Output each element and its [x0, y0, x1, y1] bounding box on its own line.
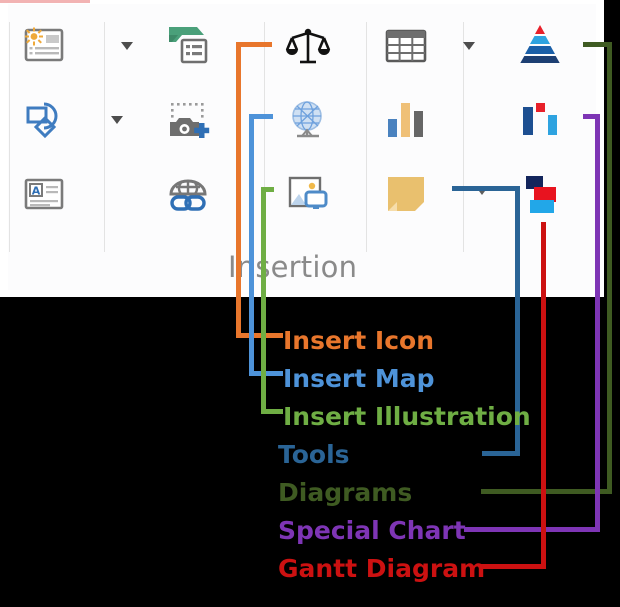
callout-special-chart: Special Chart	[278, 516, 466, 545]
callout-insert-icon: Insert Icon	[283, 326, 435, 355]
connector-insert-icon-top	[236, 42, 272, 47]
group-separator-1	[104, 22, 105, 252]
connector-gantt-bottom	[479, 564, 546, 569]
insert-cover-page-icon[interactable]	[16, 18, 72, 74]
connector-insert-illustration-vert	[261, 187, 266, 414]
insert-smartart-icon[interactable]	[160, 18, 216, 74]
insert-icon-icon[interactable]	[280, 18, 336, 74]
callout-insert-illustration: Insert Illustration	[283, 402, 531, 431]
insert-map-icon[interactable]	[280, 92, 336, 148]
connector-tools-bottom	[482, 451, 520, 456]
screenshot-root: A Insertion Insert Icon Insert Map Inser…	[0, 0, 620, 607]
insert-special-chart-icon[interactable]	[512, 92, 568, 148]
callout-gantt-diagram: Gantt Diagram	[278, 554, 486, 583]
connector-special-chart-bottom	[464, 527, 600, 532]
insert-cover-page-caret[interactable]	[120, 41, 134, 51]
insert-pyramid-icon[interactable]	[512, 18, 568, 74]
connector-diagrams-bottom	[481, 489, 612, 494]
insert-shapes-icon[interactable]	[16, 92, 72, 148]
insert-text-box-icon[interactable]: A	[16, 166, 72, 222]
connector-diagrams-vert	[607, 42, 612, 494]
group-separator-3	[366, 22, 367, 252]
ribbon-accent-bar	[0, 0, 90, 3]
connector-insert-map-bottom	[249, 371, 283, 376]
connector-insert-illustration-bottom	[261, 409, 283, 414]
connector-insert-icon-bottom	[236, 333, 283, 338]
callout-diagrams: Diagrams	[278, 478, 413, 507]
connector-insert-icon-vert	[236, 42, 241, 338]
connector-special-chart-vert	[595, 114, 600, 529]
insert-chart-icon[interactable]	[378, 92, 434, 148]
connector-insert-map-vert	[249, 114, 254, 376]
insert-hyperlink-icon[interactable]	[160, 166, 216, 222]
ribbon-group-title: Insertion	[228, 250, 358, 284]
insert-shapes-caret[interactable]	[110, 115, 124, 125]
ribbon-panel: A Insertion	[0, 0, 604, 297]
group-separator-4	[463, 22, 464, 252]
insert-note-icon[interactable]	[378, 166, 434, 222]
insert-screenshot-icon[interactable]	[160, 92, 216, 148]
callout-insert-map: Insert Map	[283, 364, 435, 393]
svg-text:A: A	[32, 185, 41, 198]
group-separator-left	[9, 22, 10, 252]
insert-table-icon[interactable]	[378, 18, 434, 74]
connector-tools-top	[452, 186, 520, 191]
connector-gantt-vert	[541, 222, 546, 566]
callout-tools: Tools	[278, 440, 350, 469]
insert-illustration-icon[interactable]	[280, 166, 336, 222]
insert-gantt-icon[interactable]	[512, 166, 568, 222]
insert-table-caret[interactable]	[462, 41, 476, 51]
